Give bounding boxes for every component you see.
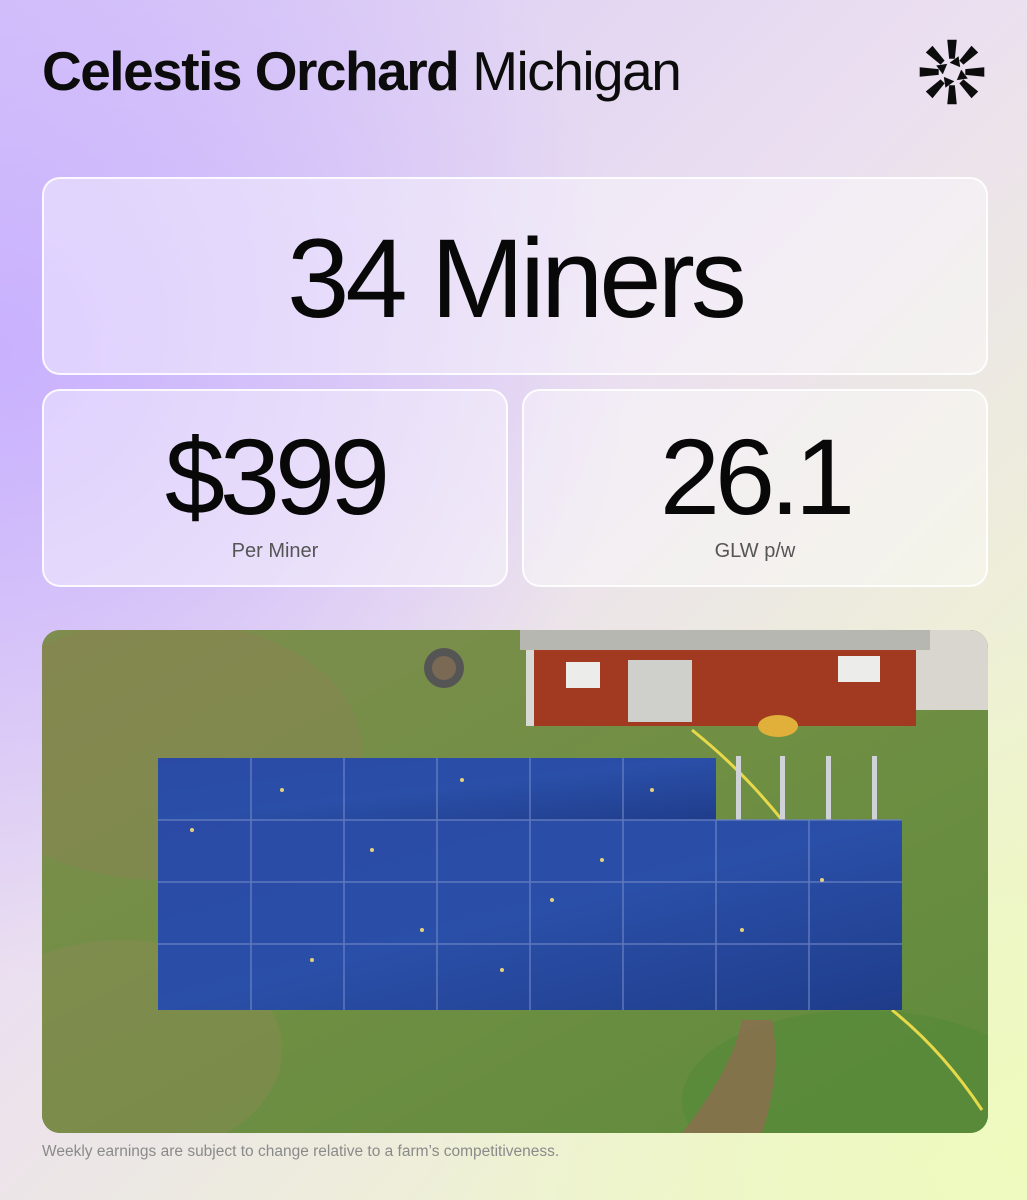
price-card: $399 Per Miner xyxy=(42,389,508,587)
page-title: Celestis Orchard Michigan xyxy=(42,38,682,104)
solar-array-photo xyxy=(42,630,988,1133)
miners-card: 34 Miners xyxy=(42,177,988,375)
glw-value: 26.1 xyxy=(659,416,855,537)
starburst-logo-icon xyxy=(919,39,985,105)
glw-card: 26.1 GLW p/w xyxy=(522,389,988,587)
farm-name: Celestis Orchard xyxy=(42,40,460,102)
glw-label: GLW p/w xyxy=(714,540,796,562)
price-value: $399 xyxy=(164,416,390,537)
price-label: Per Miner xyxy=(231,540,319,562)
farm-location: Michigan xyxy=(472,40,682,102)
disclaimer-text: Weekly earnings are subject to change re… xyxy=(42,1143,560,1160)
miners-count: 34 Miners xyxy=(287,216,747,341)
